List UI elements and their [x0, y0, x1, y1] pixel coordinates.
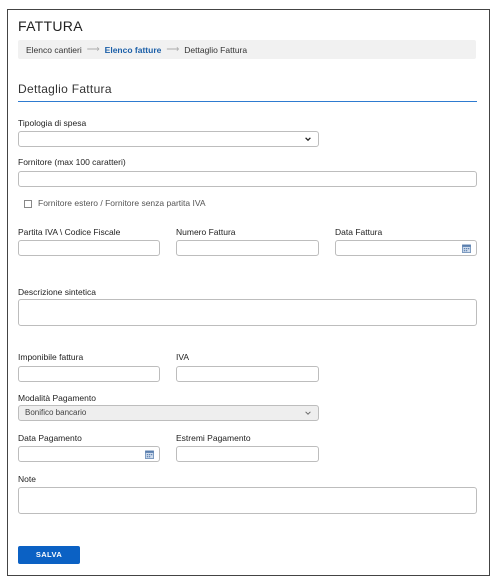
breadcrumb-item-elenco-cantieri[interactable]: Elenco cantieri — [26, 45, 82, 55]
note-label: Note — [18, 474, 36, 484]
estremi-pagamento-label: Estremi Pagamento — [176, 433, 251, 443]
fornitore-estero-checkbox[interactable] — [24, 200, 32, 208]
data-fattura-label: Data Fattura — [335, 227, 383, 237]
numero-fattura-label: Numero Fattura — [176, 227, 236, 237]
calendar-icon[interactable] — [462, 244, 471, 253]
iva-label: IVA — [176, 352, 190, 362]
data-pagamento-input[interactable] — [18, 446, 160, 462]
partita-iva-input[interactable] — [18, 240, 160, 256]
modalita-pagamento-select[interactable]: Bonifico bancario — [18, 405, 319, 421]
section-divider — [18, 101, 477, 102]
fornitore-input[interactable] — [18, 171, 477, 187]
arrow-right-icon: ⟶ — [166, 44, 180, 54]
fornitore-estero-label: Fornitore estero / Fornitore senza parti… — [38, 198, 206, 208]
partita-iva-label: Partita IVA \ Codice Fiscale — [18, 227, 121, 237]
descrizione-input[interactable] — [18, 299, 477, 326]
save-button[interactable]: SALVA — [18, 546, 80, 564]
modalita-pagamento-label: Modalità Pagamento — [18, 393, 96, 403]
iva-input[interactable] — [176, 366, 319, 382]
data-fattura-input[interactable] — [335, 240, 477, 256]
calendar-icon[interactable] — [145, 450, 154, 459]
breadcrumb-item-elenco-fatture[interactable]: Elenco fatture — [105, 45, 162, 55]
tipologia-label: Tipologia di spesa — [18, 118, 87, 128]
breadcrumb-item-dettaglio-fattura: Dettaglio Fattura — [184, 44, 248, 55]
modalita-pagamento-value: Bonifico bancario — [25, 408, 87, 417]
data-pagamento-label: Data Pagamento — [18, 433, 82, 443]
tipologia-select[interactable] — [18, 131, 319, 147]
chevron-down-icon — [305, 411, 311, 415]
chevron-down-icon — [305, 137, 311, 142]
estremi-pagamento-input[interactable] — [176, 446, 319, 462]
imponibile-label: Imponibile fattura — [18, 352, 84, 362]
numero-fattura-input[interactable] — [176, 240, 319, 256]
fornitore-label: Fornitore (max 100 caratteri) — [18, 157, 126, 167]
page-title: FATTURA — [18, 18, 83, 34]
descrizione-label: Descrizione sintetica — [18, 287, 96, 297]
imponibile-input[interactable] — [18, 366, 160, 382]
arrow-right-icon: ⟶ — [86, 44, 100, 54]
section-title: Dettaglio Fattura — [18, 82, 112, 96]
note-input[interactable] — [18, 487, 477, 514]
breadcrumb: Elenco cantieri ⟶ Elenco fatture ⟶ Detta… — [18, 40, 476, 59]
